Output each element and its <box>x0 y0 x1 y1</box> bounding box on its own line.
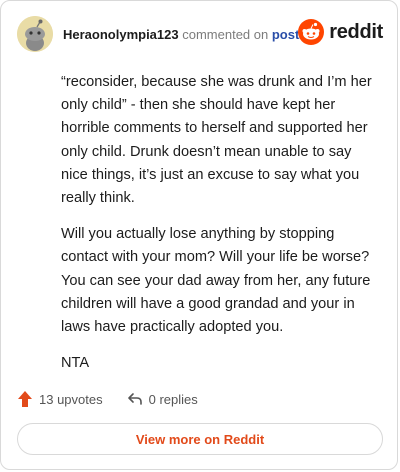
post-link[interactable]: post <box>272 27 299 42</box>
comment-footer: 13 upvotes 0 replies <box>17 387 222 411</box>
upvote-count: 13 upvotes <box>39 391 103 407</box>
action-text: commented on <box>182 26 269 42</box>
comment-paragraph: Will you actually lose anything by stopp… <box>61 226 371 336</box>
comment-body: “reconsider, because she was drunk and I… <box>61 71 373 388</box>
comment-embed-card: Heraonolympia123 commented on post reddi… <box>0 0 398 470</box>
comment-header: Heraonolympia123 commented on post reddi… <box>17 15 383 53</box>
reply-stat[interactable]: 0 replies <box>127 391 198 407</box>
reply-arrow-icon <box>127 393 142 405</box>
upvote-arrow-icon <box>18 391 32 407</box>
comment-paragraph: “reconsider, because she was drunk and I… <box>61 74 372 207</box>
comment-paragraph: NTA <box>61 355 90 372</box>
username-link[interactable]: Heraonolympia123 <box>63 27 179 42</box>
reddit-logo-icon <box>298 19 325 45</box>
upvote-stat[interactable]: 13 upvotes <box>17 390 103 408</box>
comment-meta: Heraonolympia123 commented on post <box>63 27 299 42</box>
reddit-brand[interactable]: reddit <box>298 19 383 45</box>
reply-count: 0 replies <box>148 391 198 407</box>
reddit-wordmark: reddit <box>329 20 383 43</box>
view-more-button[interactable]: View more on Reddit <box>17 423 383 455</box>
snoo-avatar-icon[interactable] <box>17 16 53 52</box>
